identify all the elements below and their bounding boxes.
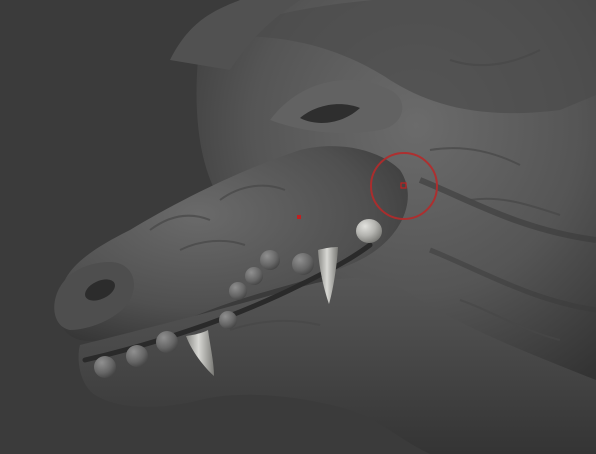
bead xyxy=(219,311,237,329)
bead xyxy=(245,267,263,285)
bead xyxy=(229,282,247,300)
viewport-canvas[interactable] xyxy=(0,0,596,454)
sculpt-model-icon[interactable] xyxy=(54,0,596,454)
tooth-nub xyxy=(356,219,382,243)
bead xyxy=(156,331,178,353)
bead xyxy=(260,250,280,270)
sculpt-viewport[interactable] xyxy=(0,0,596,454)
bead xyxy=(292,253,314,275)
pivot-dot-icon xyxy=(297,215,301,219)
bead xyxy=(94,356,116,378)
bead xyxy=(126,345,148,367)
